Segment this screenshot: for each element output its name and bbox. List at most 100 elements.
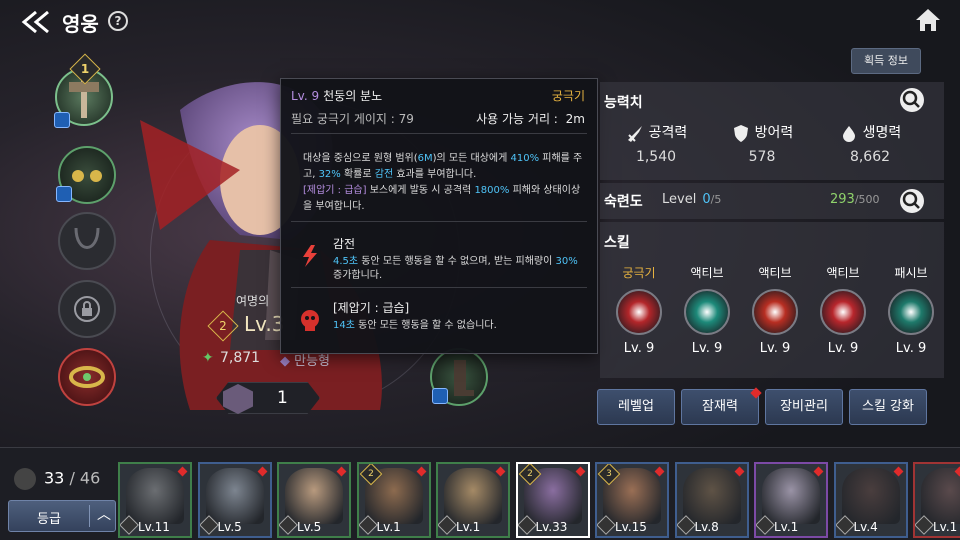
skill-type: 액티브: [826, 266, 860, 280]
hero-card[interactable]: 3 Lv.15: [595, 462, 669, 538]
hero-card-level: Lv.4: [853, 520, 878, 534]
notification-dot: [495, 466, 506, 477]
skill-level: Lv. 9: [691, 341, 723, 356]
skill-icon[interactable]: [888, 289, 934, 335]
hero-card[interactable]: Lv.11: [118, 462, 192, 538]
skill-icon[interactable]: [684, 289, 730, 335]
ability-panel: 능력치 공격력 1,540 방어력 578 생명력 8,662: [600, 82, 944, 180]
skill-icon[interactable]: [616, 289, 662, 335]
hero-face: [841, 468, 900, 524]
hero-duplicate-count: 1: [216, 382, 320, 414]
hero-face: [682, 468, 741, 524]
magnifier-icon: [902, 90, 920, 108]
home-button[interactable]: [914, 6, 942, 34]
rank-badge: 2: [207, 309, 239, 342]
necklace-slot-empty[interactable]: [58, 212, 116, 270]
mastery-title: 숙련도: [604, 194, 643, 210]
grade-sort-button[interactable]: 등급 ︿: [8, 500, 116, 532]
hero-card[interactable]: Lv.5: [277, 462, 351, 538]
hero-card[interactable]: Lv.1: [436, 462, 510, 538]
hero-card[interactable]: Lv.1: [913, 462, 960, 538]
skill-slot[interactable]: 궁극기 Lv. 9: [608, 264, 670, 356]
effect-text: 14초 동안 모든 행동을 할 수 없습니다.: [333, 320, 497, 331]
double-chevron-left-icon: [21, 10, 49, 34]
tooltip-gauge: 필요 궁극기 게이지 : 79: [291, 112, 414, 126]
hero-card-level: Lv.1: [376, 520, 401, 534]
hero-roster-bar: 33 / 46 등급 ︿ Lv.11 Lv.5 Lv.5 2 Lv.1 Lv.1 2 Lv.3…: [0, 447, 960, 540]
stat-value: 8,662: [849, 149, 891, 165]
hero-card-level: Lv.8: [694, 520, 719, 534]
hero-card[interactable]: Lv.1: [754, 462, 828, 538]
skill-level: Lv. 9: [623, 341, 655, 356]
skill-slot[interactable]: 액티브 Lv. 9: [744, 264, 806, 356]
skills-title: 스킬: [604, 235, 630, 251]
mastery-detail-button[interactable]: [900, 189, 924, 213]
hero-card[interactable]: Lv.5: [197, 462, 272, 538]
locked-slot[interactable]: [58, 280, 116, 338]
acquire-info-button[interactable]: 획득 정보: [851, 48, 921, 74]
equipment-manage-button[interactable]: 장비관리: [765, 389, 843, 425]
hero-card-level: Lv.5: [297, 520, 322, 534]
hero-card-level: Lv.5: [217, 520, 242, 534]
divider: [291, 133, 587, 134]
hero-card-level: Lv.1: [933, 520, 958, 534]
hero-card[interactable]: Lv.8: [674, 462, 749, 538]
combat-power-icon: ✦: [202, 350, 214, 366]
hero-card[interactable]: 2 Lv.1: [356, 462, 431, 538]
hero-level: 2 Lv.3: [207, 309, 285, 342]
tooltip-range: 사용 가능 거리 : 2m: [476, 110, 585, 127]
roster-count: 33 / 46: [14, 468, 100, 490]
skill-type: 패시브: [894, 266, 928, 280]
ability-detail-button[interactable]: [900, 88, 924, 112]
hero-face: [126, 468, 184, 524]
skill-icon[interactable]: [820, 289, 866, 335]
hero-screen: 영웅 ? 1 여명의 2 Lv.3 ✦ 7,871 ◆ 만능형 1 Lv. 9 …: [0, 0, 960, 540]
skill-type: 궁극기: [622, 266, 656, 280]
notification-dot: [177, 466, 188, 477]
hero-face: [921, 468, 960, 524]
potential-button[interactable]: 잠재력: [681, 389, 759, 425]
effect-text: 4.5초 동안 모든 행동을 할 수 없으며, 받는 피해량이 30% 증가합니…: [333, 256, 578, 281]
magnifier-icon: [902, 191, 920, 209]
mastery-level: Level 0/5: [662, 192, 722, 207]
effect-name: [제압기 : 급습]: [333, 301, 410, 315]
class-icon: ◆: [280, 354, 290, 369]
tooltip-range-value: 2m: [565, 112, 585, 126]
gem-icon: [54, 112, 70, 128]
skill-enhance-button[interactable]: 스킬 강화: [849, 389, 927, 425]
skill-type: 액티브: [758, 266, 792, 280]
combat-power: ✦ 7,871: [202, 350, 260, 366]
ability-title: 능력치: [604, 95, 643, 111]
gem-icon: [56, 186, 72, 202]
combat-power-value: 7,871: [220, 350, 261, 366]
chevron-up-icon: ︿: [97, 507, 111, 523]
hero-face: [205, 468, 264, 524]
skill-icon[interactable]: [752, 289, 798, 335]
notification-dot: [813, 466, 824, 477]
hero-alias: 여명의: [236, 294, 270, 308]
help-icon[interactable]: ?: [108, 11, 128, 31]
back-button[interactable]: [16, 8, 56, 36]
notification-dot: [257, 466, 267, 477]
effect-shock: 감전 4.5초 동안 모든 행동을 할 수 없으며, 받는 피해량이 30% 증…: [297, 235, 587, 285]
skill-slot[interactable]: 패시브 Lv. 9: [880, 264, 942, 356]
skill-slot[interactable]: 액티브 Lv. 9: [676, 264, 738, 356]
hero-card[interactable]: 2 Lv.33: [515, 462, 590, 538]
notification-dot: [893, 466, 903, 477]
lock-icon: [74, 296, 100, 322]
tooltip-range-label: 사용 가능 거리 :: [476, 112, 558, 126]
hero-card[interactable]: Lv.4: [833, 462, 908, 538]
necklace-icon: [74, 227, 100, 249]
accessory-slot[interactable]: [58, 348, 116, 406]
levelup-button[interactable]: 레벨업: [597, 389, 675, 425]
hero-card-level: Lv.11: [138, 520, 170, 534]
effect-name: 감전: [333, 237, 356, 251]
lightning-icon: [303, 245, 317, 267]
hero-mini-portrait: [223, 384, 253, 414]
skill-slot[interactable]: 액티브 Lv. 9: [812, 264, 874, 356]
effect-suppress: [제압기 : 급습] 14초 동안 모든 행동을 할 수 없습니다.: [297, 299, 587, 349]
bracelet-icon: [69, 366, 105, 388]
grade-label: 등급: [37, 512, 61, 527]
hero-level-text: Lv.3: [244, 312, 285, 336]
stat-defense: 방어력 578: [712, 122, 812, 165]
